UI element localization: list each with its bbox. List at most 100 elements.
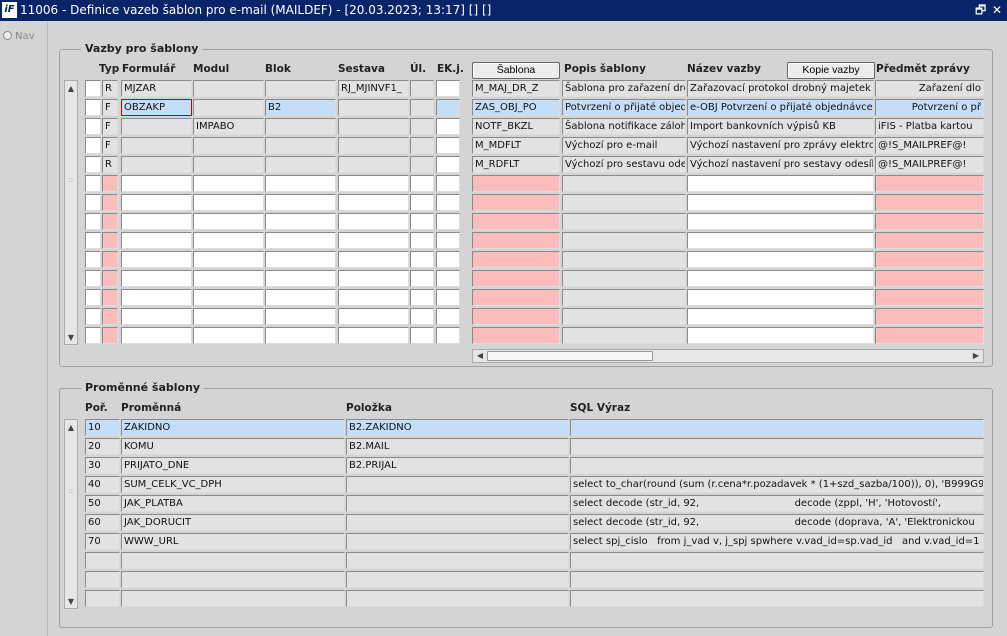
- ul-field[interactable]: [410, 175, 434, 192]
- ekj-field[interactable]: [436, 80, 460, 97]
- modul-field[interactable]: [193, 213, 264, 230]
- blok-field[interactable]: [265, 175, 336, 192]
- promenna-field[interactable]: JAK_DORUCIT: [121, 514, 345, 531]
- blok-field[interactable]: [265, 308, 336, 325]
- predmet-field[interactable]: [875, 175, 984, 192]
- promenna-field[interactable]: PRIJATO_DNE: [121, 457, 345, 474]
- row-selector[interactable]: [85, 194, 101, 211]
- polozka-field[interactable]: B2.ZAKIDNO: [346, 419, 569, 436]
- modul-field[interactable]: [193, 232, 264, 249]
- typ-field[interactable]: [102, 289, 118, 306]
- por-field[interactable]: [85, 590, 120, 607]
- blok-field[interactable]: [265, 289, 336, 306]
- row-selector[interactable]: [85, 80, 101, 97]
- polozka-field[interactable]: [346, 590, 569, 607]
- blok-field[interactable]: [265, 137, 336, 154]
- nav-button[interactable]: Nav: [3, 31, 35, 42]
- sql-field[interactable]: [570, 419, 984, 436]
- nazev-field[interactable]: Výchozí nastavení pro zprávy elektronick…: [687, 137, 874, 154]
- ekj-field[interactable]: [436, 194, 460, 211]
- formular-field[interactable]: [121, 270, 192, 287]
- sql-field[interactable]: [570, 590, 984, 607]
- sql-field[interactable]: select spj_cislo from j_vad v, j_spj spw…: [570, 533, 984, 550]
- row-selector[interactable]: [85, 213, 101, 230]
- sablona-field[interactable]: [472, 194, 560, 211]
- ul-field[interactable]: [410, 251, 434, 268]
- formular-field[interactable]: OBZAKP: [121, 99, 192, 116]
- row-selector[interactable]: [85, 289, 101, 306]
- popis-field[interactable]: [562, 232, 686, 249]
- popis-field[interactable]: Výchozí pro sestavu odeslanou: [562, 156, 686, 173]
- sestava-field[interactable]: [338, 194, 409, 211]
- modul-field[interactable]: [193, 99, 264, 116]
- por-field[interactable]: 20: [85, 438, 120, 455]
- nazev-field[interactable]: [687, 289, 874, 306]
- blok-field[interactable]: [265, 327, 336, 344]
- typ-field[interactable]: F: [102, 99, 118, 116]
- blok-field[interactable]: [265, 270, 336, 287]
- formular-field[interactable]: [121, 194, 192, 211]
- sestava-field[interactable]: [338, 270, 409, 287]
- nazev-field[interactable]: [687, 194, 874, 211]
- ekj-field[interactable]: [436, 327, 460, 344]
- ul-field[interactable]: [410, 289, 434, 306]
- predmet-field[interactable]: [875, 327, 984, 344]
- popis-field[interactable]: [562, 308, 686, 325]
- por-field[interactable]: [85, 552, 120, 569]
- ekj-field[interactable]: [436, 251, 460, 268]
- ekj-field[interactable]: [436, 213, 460, 230]
- polozka-field[interactable]: [346, 533, 569, 550]
- scroll-right-icon[interactable]: ▶: [970, 350, 982, 362]
- typ-field[interactable]: [102, 175, 118, 192]
- por-field[interactable]: 70: [85, 533, 120, 550]
- formular-field[interactable]: [121, 137, 192, 154]
- sestava-field[interactable]: [338, 118, 409, 135]
- polozka-field[interactable]: B2.MAIL: [346, 438, 569, 455]
- por-field[interactable]: 30: [85, 457, 120, 474]
- typ-field[interactable]: R: [102, 80, 118, 97]
- typ-field[interactable]: [102, 232, 118, 249]
- por-field[interactable]: 50: [85, 495, 120, 512]
- promenna-field[interactable]: KOMU: [121, 438, 345, 455]
- ul-field[interactable]: [410, 232, 434, 249]
- predmet-field[interactable]: [875, 232, 984, 249]
- modul-field[interactable]: [193, 270, 264, 287]
- ekj-field[interactable]: [436, 232, 460, 249]
- ul-field[interactable]: [410, 137, 434, 154]
- sestava-field[interactable]: [338, 289, 409, 306]
- sablona-field[interactable]: [472, 327, 560, 344]
- sql-field[interactable]: [570, 438, 984, 455]
- row-selector[interactable]: [85, 137, 101, 154]
- typ-field[interactable]: R: [102, 156, 118, 173]
- ekj-field[interactable]: [436, 99, 460, 116]
- sql-field[interactable]: [570, 571, 984, 588]
- por-field[interactable]: 10: [85, 419, 120, 436]
- sestava-field[interactable]: [338, 327, 409, 344]
- nazev-field[interactable]: Import bankovních výpisů KB: [687, 118, 874, 135]
- predmet-field[interactable]: [875, 213, 984, 230]
- polozka-field[interactable]: [346, 495, 569, 512]
- popis-field[interactable]: Šablona pro zařazení drobného majetku: [562, 80, 686, 97]
- sql-field[interactable]: select decode (str_id, 92, decode (dopra…: [570, 514, 984, 531]
- scroll-up-icon[interactable]: ▲: [65, 82, 77, 95]
- ekj-field[interactable]: [436, 118, 460, 135]
- promenna-field[interactable]: SUM_CELK_VC_DPH: [121, 476, 345, 493]
- formular-field[interactable]: [121, 156, 192, 173]
- sql-field[interactable]: [570, 552, 984, 569]
- typ-field[interactable]: [102, 213, 118, 230]
- nazev-field[interactable]: [687, 213, 874, 230]
- typ-field[interactable]: F: [102, 118, 118, 135]
- row-selector[interactable]: [85, 118, 101, 135]
- row-selector[interactable]: [85, 156, 101, 173]
- ekj-field[interactable]: [436, 137, 460, 154]
- ekj-field[interactable]: [436, 308, 460, 325]
- sestava-field[interactable]: [338, 213, 409, 230]
- modul-field[interactable]: [193, 251, 264, 268]
- ekj-field[interactable]: [436, 175, 460, 192]
- predmet-field[interactable]: [875, 270, 984, 287]
- sql-field[interactable]: [570, 457, 984, 474]
- popis-field[interactable]: [562, 175, 686, 192]
- nazev-field[interactable]: [687, 308, 874, 325]
- sestava-field[interactable]: [338, 232, 409, 249]
- formular-field[interactable]: [121, 213, 192, 230]
